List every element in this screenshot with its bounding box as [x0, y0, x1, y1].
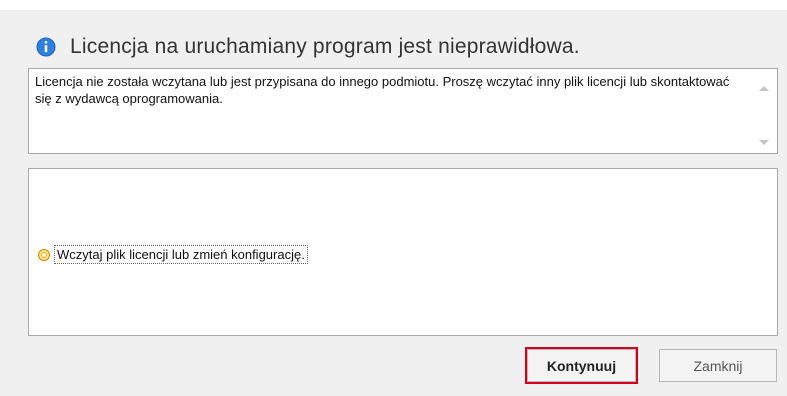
scroll-up-icon[interactable] [759, 86, 769, 91]
message-text: Licencja nie została wczytana lub jest p… [35, 74, 730, 106]
close-button[interactable]: Zamknij [659, 349, 777, 382]
license-error-dialog: Licencja na uruchamiany program jest nie… [0, 10, 787, 396]
continue-button[interactable]: Kontynuuj [527, 349, 636, 382]
dialog-title: Licencja na uruchamiany program jest nie… [70, 35, 580, 58]
scroll-down-icon[interactable] [759, 140, 769, 145]
license-option-row[interactable]: Wczytaj plik licencji lub zmień konfigur… [38, 245, 308, 264]
options-panel: Wczytaj plik licencji lub zmień konfigur… [28, 168, 778, 336]
message-textbox[interactable]: Licencja nie została wczytana lub jest p… [28, 68, 778, 154]
license-option-label[interactable]: Wczytaj plik licencji lub zmień konfigur… [54, 245, 308, 264]
dialog-header: Licencja na uruchamiany program jest nie… [36, 34, 580, 60]
radio-button-selected[interactable] [38, 248, 50, 261]
background-window-strip [0, 0, 787, 10]
info-icon [36, 37, 56, 57]
